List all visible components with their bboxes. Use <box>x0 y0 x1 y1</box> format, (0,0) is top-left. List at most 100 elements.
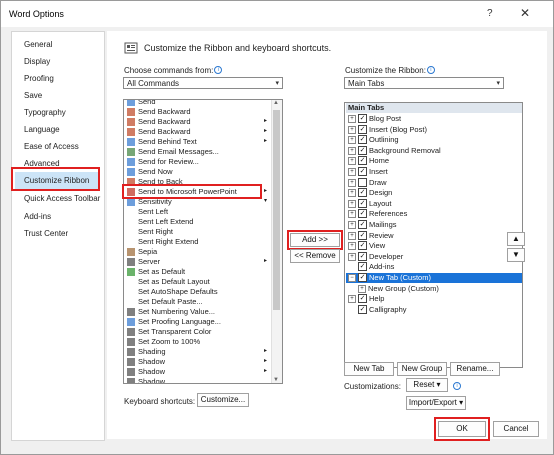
command-list-item[interactable]: Shadow ▸ <box>124 367 272 377</box>
command-list-item[interactable]: Shading ▸ <box>124 347 272 357</box>
ribbon-tree-item[interactable]: + ✓ Review <box>345 230 521 241</box>
command-list-item[interactable]: Sent Left Extend <box>124 217 272 227</box>
expand-icon[interactable]: + <box>348 189 356 198</box>
command-list-item[interactable]: Sent Right Extend <box>124 237 272 247</box>
ribbon-tree-item[interactable]: + ✓ Blog Post <box>345 114 521 124</box>
checkbox[interactable]: ✓ <box>358 241 367 251</box>
command-list-item[interactable]: Set Default Paste... <box>124 297 272 307</box>
expand-icon[interactable]: + <box>348 242 356 251</box>
ribbon-tree-item[interactable]: + ✓ Mailings <box>345 220 521 230</box>
checkbox[interactable]: ✓ <box>358 145 367 155</box>
reset-button[interactable]: Reset ▾ <box>406 378 448 392</box>
expand-icon[interactable]: + <box>348 210 356 219</box>
expand-icon[interactable]: + <box>348 115 356 123</box>
checkbox[interactable]: ✓ <box>358 209 367 219</box>
scroll-thumb[interactable] <box>273 110 280 310</box>
expand-icon[interactable]: + <box>348 136 356 145</box>
ribbon-tree-item[interactable]: ✓ Calligraphy <box>345 304 521 315</box>
expand-icon[interactable]: + <box>348 199 356 208</box>
remove-button[interactable]: << Remove <box>290 249 340 263</box>
nav-item-add-ins[interactable]: Add-ins <box>24 212 51 221</box>
nav-item-trust-center[interactable]: Trust Center <box>24 229 68 238</box>
ribbon-tree[interactable]: Main Tabs + ✓ Blog Post + ✓ Insert (Blog Post… <box>344 102 523 368</box>
ribbon-tree-item[interactable]: + ✓ Background Removal <box>345 145 521 156</box>
command-list-item[interactable]: Send Now <box>124 167 272 177</box>
customize-keyboard-button[interactable]: Customize... <box>197 393 249 407</box>
ribbon-tree-item[interactable]: + ✓ View <box>345 241 521 251</box>
ribbon-tree-item[interactable]: + ✓ Help <box>345 294 521 304</box>
rename-button[interactable]: Rename... <box>450 362 500 376</box>
checkbox[interactable]: ✓ <box>358 251 367 261</box>
nav-item-typography[interactable]: Typography <box>24 108 66 117</box>
expand-icon[interactable]: + <box>348 125 356 134</box>
move-up-button[interactable]: ▲ <box>507 232 525 246</box>
command-list-item[interactable]: Sent Left <box>124 207 272 217</box>
help-button[interactable]: ? <box>487 8 493 19</box>
customize-ribbon-select[interactable]: Main Tabs ▾ <box>344 77 504 89</box>
ribbon-tree-item[interactable]: + Draw <box>345 177 521 188</box>
checkbox[interactable]: ✓ <box>358 114 367 123</box>
ribbon-tree-item[interactable]: + ✓ References <box>345 209 521 219</box>
choose-commands-select[interactable]: All Commands ▾ <box>123 77 283 89</box>
checkbox[interactable] <box>358 177 367 187</box>
command-list-item[interactable]: Set as Default Layout <box>124 277 272 287</box>
ribbon-tree-item[interactable]: ✓ Add-ins <box>345 262 521 272</box>
checkbox[interactable]: ✓ <box>358 156 367 166</box>
nav-item-general[interactable]: General <box>24 40 52 49</box>
import-export-button[interactable]: Import/Export ▾ <box>406 396 466 410</box>
expand-icon[interactable]: + <box>348 168 356 176</box>
expand-icon[interactable]: + <box>348 295 356 304</box>
checkbox[interactable]: ✓ <box>358 273 367 282</box>
command-list-item[interactable]: Set AutoShape Defaults <box>124 287 272 297</box>
command-list-item[interactable]: Set Zoom to 100% <box>124 337 272 347</box>
new-tab-button[interactable]: New Tab <box>344 362 394 376</box>
expand-icon[interactable]: + <box>348 221 356 229</box>
command-list-item[interactable]: Set Numbering Value... <box>124 307 272 317</box>
ribbon-tree-item[interactable]: + New Group (Custom) <box>345 284 521 294</box>
checkbox[interactable]: ✓ <box>358 124 367 134</box>
ribbon-tree-item[interactable]: + ✓ Insert <box>345 167 521 177</box>
command-list-item[interactable]: Send <box>124 100 272 107</box>
collapse-icon[interactable]: − <box>348 274 356 282</box>
command-list-item[interactable]: Shadow <box>124 377 272 383</box>
command-list-item[interactable]: Send for Review... <box>124 157 272 167</box>
scroll-down-icon[interactable]: ▼ <box>273 377 279 383</box>
new-group-button[interactable]: New Group <box>397 362 447 376</box>
checkbox[interactable]: ✓ <box>358 262 367 272</box>
checkbox[interactable]: ✓ <box>358 304 367 314</box>
expand-icon[interactable]: + <box>348 231 356 240</box>
checkbox[interactable]: ✓ <box>358 188 367 198</box>
ribbon-tree-item[interactable]: + ✓ Developer <box>345 251 521 262</box>
nav-item-language[interactable]: Language <box>24 125 60 134</box>
command-list-item[interactable]: Send Email Messages... <box>124 147 272 157</box>
checkbox[interactable]: ✓ <box>358 230 367 240</box>
move-down-button[interactable]: ▼ <box>507 248 525 262</box>
command-list-item[interactable]: Sent Right <box>124 227 272 237</box>
command-list-item[interactable]: Set Proofing Language... <box>124 317 272 327</box>
command-list-item[interactable]: Sepia <box>124 247 272 257</box>
command-list-item[interactable]: Send Behind Text ▸ <box>124 137 272 147</box>
cancel-button[interactable]: Cancel <box>493 421 539 437</box>
commands-scrollbar[interactable]: ▲ ▼ <box>271 100 282 383</box>
nav-item-proofing[interactable]: Proofing <box>24 74 54 83</box>
command-list-item[interactable]: Send Backward <box>124 107 272 117</box>
command-list-item[interactable]: Send Backward ▸ <box>124 117 272 127</box>
checkbox[interactable]: ✓ <box>358 198 367 208</box>
checkbox[interactable]: ✓ <box>358 220 367 229</box>
nav-item-display[interactable]: Display <box>24 57 50 66</box>
expand-icon[interactable]: + <box>348 178 356 187</box>
command-list-item[interactable]: Shadow ▸ <box>124 357 272 367</box>
command-list-item[interactable]: Send Backward ▸ <box>124 127 272 137</box>
expand-icon[interactable]: + <box>358 284 366 293</box>
nav-item-quick-access-toolbar[interactable]: Quick Access Toolbar <box>24 194 100 203</box>
expand-icon[interactable]: + <box>348 252 356 261</box>
commands-list[interactable]: Shadow Shadow ▸ Shadow ▸ Shading ▸ Set Zoom to … <box>123 99 283 384</box>
scroll-up-icon[interactable]: ▲ <box>273 100 279 106</box>
checkbox[interactable]: ✓ <box>358 167 367 176</box>
ribbon-tree-item[interactable]: + ✓ Home <box>345 156 521 166</box>
ribbon-tree-item[interactable]: + ✓ Outlining <box>345 135 521 145</box>
nav-item-save[interactable]: Save <box>24 91 42 100</box>
ribbon-tree-item[interactable]: + ✓ Layout <box>345 198 521 209</box>
ribbon-tree-item[interactable]: + ✓ Design <box>345 188 521 198</box>
checkbox[interactable]: ✓ <box>358 135 367 145</box>
